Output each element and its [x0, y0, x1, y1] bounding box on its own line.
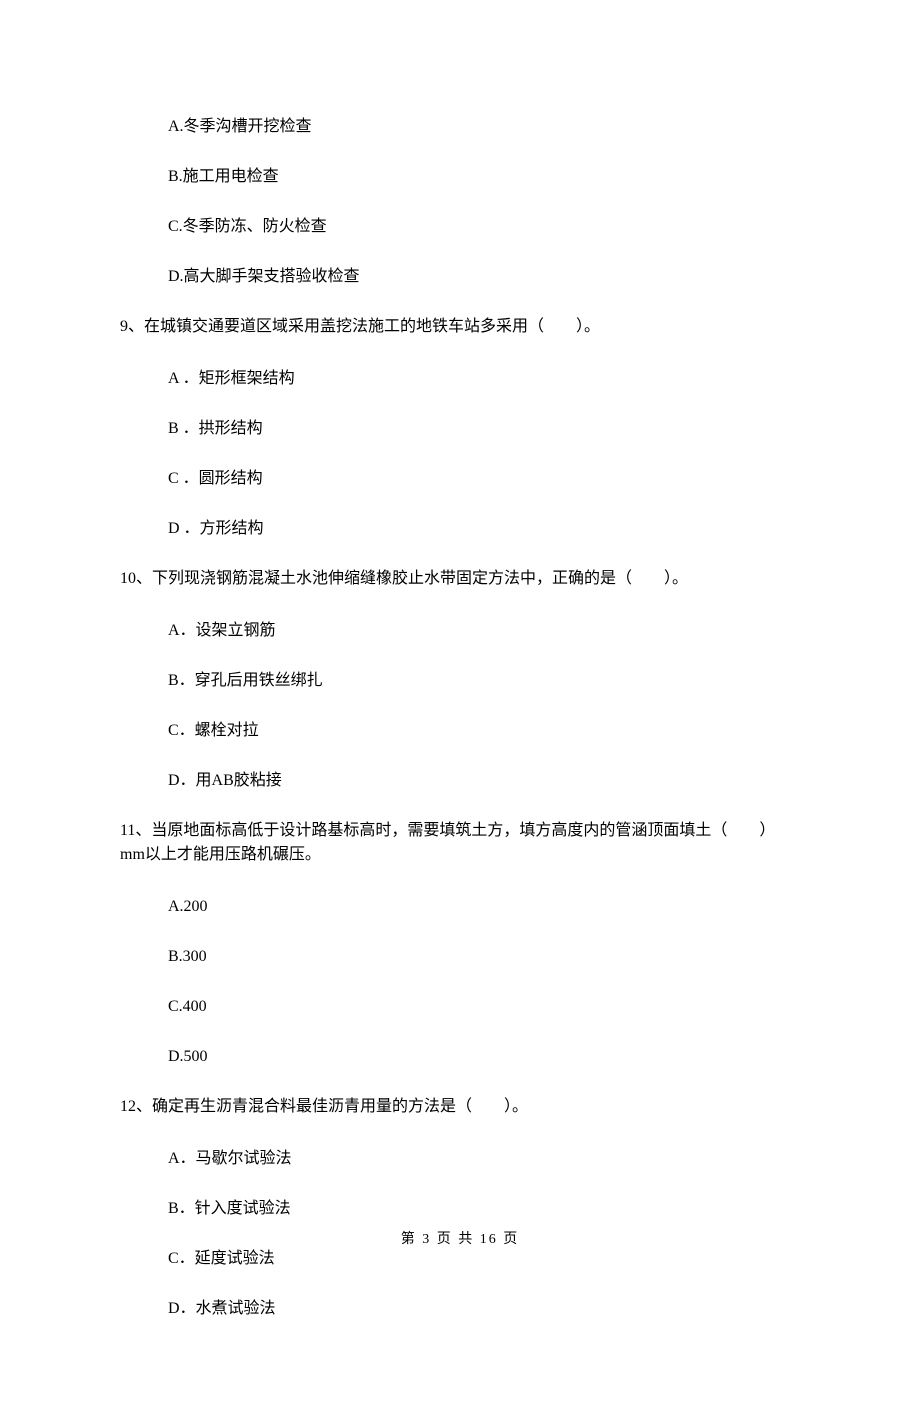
q11-option-a: A.200	[168, 895, 800, 919]
page-footer: 第 3 页 共 16 页	[0, 1229, 920, 1250]
option-b: B.施工用电检查	[168, 165, 800, 189]
q10-option-a: A．设架立钢筋	[168, 619, 800, 643]
q12-option-b: B．针入度试验法	[168, 1197, 800, 1221]
q12-option-d: D．水煮试验法	[168, 1297, 800, 1321]
q12-option-a: A．马歇尔试验法	[168, 1147, 800, 1171]
q9-option-c: C ．圆形结构	[168, 467, 800, 491]
q12-option-c: C．延度试验法	[168, 1247, 800, 1271]
option-d: D.高大脚手架支搭验收检查	[168, 265, 800, 289]
option-c: C.冬季防冻、防火检查	[168, 215, 800, 239]
q9-option-a: A ．矩形框架结构	[168, 367, 800, 391]
question-12-stem: 12、确定再生沥青混合料最佳沥青用量的方法是（ ）。	[120, 1095, 800, 1119]
page-content: A.冬季沟槽开挖检查 B.施工用电检查 C.冬季防冻、防火检查 D.高大脚手架支…	[0, 0, 920, 1407]
q11-option-b: B.300	[168, 945, 800, 969]
q9-option-b: B ．拱形结构	[168, 417, 800, 441]
q9-option-d: D ．方形结构	[168, 517, 800, 541]
q11-option-c: C.400	[168, 995, 800, 1019]
question-11-stem: 11、当原地面标高低于设计路基标高时，需要填筑土方，填方高度内的管涵顶面填土（ …	[120, 819, 800, 867]
question-10-stem: 10、下列现浇钢筋混凝土水池伸缩缝橡胶止水带固定方法中，正确的是（ ）。	[120, 567, 800, 591]
q10-option-c: C．螺栓对拉	[168, 719, 800, 743]
question-9-stem: 9、在城镇交通要道区域采用盖挖法施工的地铁车站多采用（ ）。	[120, 315, 800, 339]
q10-option-d: D．用AB胶粘接	[168, 769, 800, 793]
option-a: A.冬季沟槽开挖检查	[168, 115, 800, 139]
q10-option-b: B．穿孔后用铁丝绑扎	[168, 669, 800, 693]
q11-option-d: D.500	[168, 1045, 800, 1069]
